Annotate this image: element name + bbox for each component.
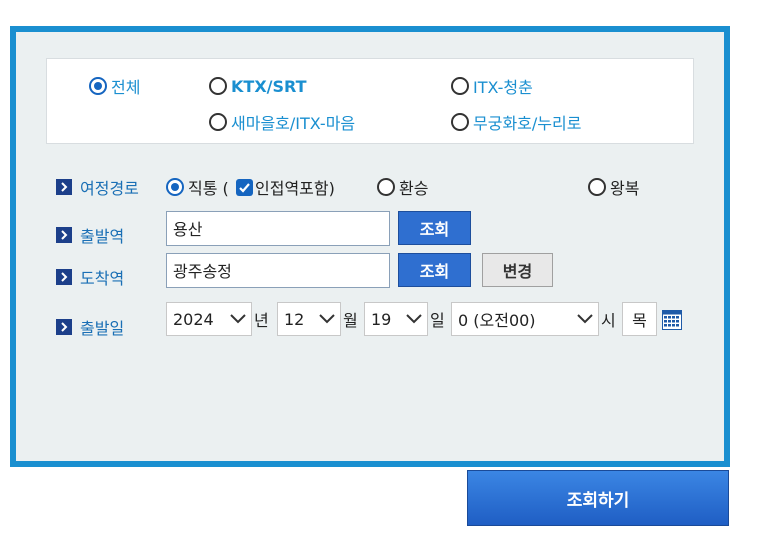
swap-stations-button[interactable]: 변경	[482, 253, 553, 287]
departure-label: 출발역	[56, 224, 124, 246]
year-value: 2024	[173, 309, 214, 329]
train-type-ktx-srt-label: KTX/SRT	[231, 76, 307, 96]
train-type-itx-cheongchun-label: ITX-청춘	[473, 78, 533, 97]
radio-icon	[451, 77, 469, 95]
month-select[interactable]: 12	[277, 302, 341, 336]
day-unit: 일	[430, 311, 445, 330]
train-type-ktx-srt[interactable]: KTX/SRT	[209, 75, 307, 97]
route-transfer-label: 환승	[399, 179, 429, 198]
hour-unit: 시	[601, 311, 616, 330]
arrow-right-icon	[56, 227, 72, 243]
route-roundtrip-label: 왕복	[610, 179, 640, 198]
radio-icon	[209, 77, 227, 95]
radio-icon	[451, 113, 469, 131]
submit-search-button[interactable]: 조회하기	[467, 470, 729, 526]
train-type-saemaeul-label: 새마을호/ITX-마음	[231, 114, 356, 133]
calendar-icon[interactable]	[662, 310, 682, 330]
checkbox-checked-icon	[236, 178, 253, 196]
month-unit: 월	[343, 311, 358, 330]
route-label-text: 여정경로	[80, 179, 139, 198]
radio-selected-icon	[166, 178, 184, 196]
day-select[interactable]: 19	[364, 302, 428, 336]
arrow-right-icon	[56, 269, 72, 285]
chevron-down-icon	[319, 314, 335, 324]
train-type-saemaeul[interactable]: 새마을호/ITX-마음	[209, 111, 355, 133]
chevron-down-icon	[230, 314, 246, 324]
route-adjacent[interactable]: 인접역포함)	[234, 176, 335, 198]
arrow-right-icon	[56, 319, 72, 335]
radio-icon	[209, 113, 227, 131]
month-value: 12	[284, 309, 305, 329]
route-adjacent-label: 인접역포함)	[255, 179, 335, 198]
day-value: 19	[371, 309, 392, 329]
route-transfer[interactable]: 환승	[377, 176, 428, 198]
arrival-label-text: 도착역	[80, 269, 125, 288]
weekday-display: 목	[622, 302, 657, 336]
train-type-box: 전체 KTX/SRT ITX-청춘 새마을호/ITX-마음 무궁화호/누리로	[46, 58, 694, 144]
chevron-down-icon	[406, 314, 422, 324]
arrival-search-button[interactable]: 조회	[398, 253, 471, 287]
hour-select[interactable]: 0 (오전00)	[451, 302, 599, 336]
arrow-right-icon	[56, 179, 72, 195]
departure-search-button[interactable]: 조회	[398, 211, 471, 245]
departure-input[interactable]: 용산	[166, 211, 390, 246]
train-type-all-label: 전체	[111, 78, 141, 97]
train-type-itx-cheongchun[interactable]: ITX-청춘	[451, 75, 533, 97]
year-unit: 년	[254, 311, 269, 330]
arrival-input[interactable]: 광주송정	[166, 253, 390, 288]
radio-icon	[588, 178, 606, 196]
search-panel: 전체 KTX/SRT ITX-청춘 새마을호/ITX-마음 무궁화호/누리로 여…	[10, 26, 730, 467]
hour-value: 0 (오전00)	[458, 311, 536, 330]
train-type-mugunghwa[interactable]: 무궁화호/누리로	[451, 111, 581, 133]
radio-selected-icon	[89, 77, 107, 95]
date-label-text: 출발일	[80, 319, 125, 338]
year-select[interactable]: 2024	[166, 302, 252, 336]
train-type-all[interactable]: 전체	[89, 75, 140, 97]
arrival-label: 도착역	[56, 266, 124, 288]
train-type-mugunghwa-label: 무궁화호/누리로	[473, 114, 582, 133]
route-roundtrip[interactable]: 왕복	[588, 176, 639, 198]
chevron-down-icon	[577, 314, 593, 324]
date-label: 출발일	[56, 316, 124, 338]
route-direct-label: 직통 (	[188, 179, 229, 198]
departure-label-text: 출발역	[80, 227, 125, 246]
route-label: 여정경로	[56, 176, 139, 198]
radio-icon	[377, 178, 395, 196]
route-direct[interactable]: 직통 (	[166, 176, 229, 198]
